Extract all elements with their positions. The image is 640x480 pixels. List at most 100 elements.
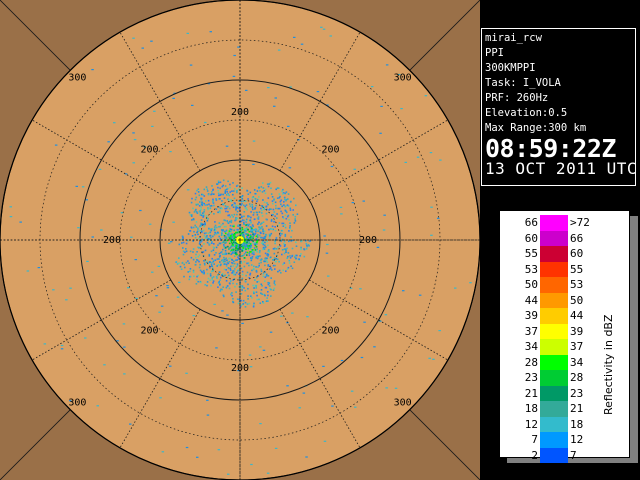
echo-pixel bbox=[283, 248, 286, 250]
clutter-pixel bbox=[85, 199, 88, 201]
clutter-pixel bbox=[77, 227, 80, 229]
echo-pixel bbox=[279, 195, 281, 198]
echo-core-pixel bbox=[234, 231, 237, 234]
echo-pixel bbox=[220, 229, 223, 231]
clutter-pixel bbox=[241, 322, 244, 324]
echo-pixel bbox=[224, 249, 227, 252]
clutter-pixel bbox=[439, 159, 442, 161]
echo-pixel bbox=[264, 241, 266, 244]
echo-pixel bbox=[248, 203, 251, 205]
echo-pixel bbox=[210, 265, 213, 267]
echo-pixel bbox=[234, 204, 237, 207]
echo-core-pixel bbox=[230, 249, 233, 251]
product-name: 300KMPPI bbox=[485, 62, 536, 74]
echo-pixel bbox=[190, 215, 193, 217]
echo-pixel bbox=[265, 205, 267, 208]
echo-pixel bbox=[248, 223, 251, 226]
echo-pixel bbox=[289, 255, 291, 257]
echo-pixel bbox=[235, 207, 237, 210]
echo-pixel bbox=[270, 232, 273, 235]
echo-pixel bbox=[273, 252, 276, 255]
echo-core-pixel bbox=[247, 245, 249, 247]
echo-pixel bbox=[203, 225, 206, 228]
echo-pixel bbox=[196, 212, 199, 214]
echo-pixel bbox=[233, 213, 236, 216]
echo-pixel bbox=[202, 216, 204, 218]
echo-pixel bbox=[209, 274, 212, 277]
echo-pixel bbox=[187, 233, 190, 235]
echo-pixel bbox=[263, 190, 266, 192]
echo-pixel bbox=[254, 198, 257, 200]
echo-pixel bbox=[198, 205, 201, 207]
clutter-pixel bbox=[159, 397, 162, 399]
echo-pixel bbox=[250, 257, 252, 259]
echo-pixel bbox=[212, 276, 215, 278]
prf-value: PRF: 260Hz bbox=[485, 92, 549, 104]
echo-pixel bbox=[232, 271, 235, 274]
echo-pixel bbox=[218, 271, 221, 273]
echo-pixel bbox=[247, 193, 250, 195]
clutter-pixel bbox=[259, 423, 262, 425]
echo-pixel bbox=[262, 221, 265, 223]
echo-pixel bbox=[243, 219, 245, 222]
clutter-pixel bbox=[277, 49, 281, 51]
legend-low-value: 37 bbox=[524, 324, 538, 338]
echo-core-pixel bbox=[247, 247, 250, 250]
echo-pixel bbox=[226, 206, 228, 208]
echo-pixel bbox=[279, 200, 282, 203]
clutter-pixel bbox=[139, 209, 142, 212]
echo-pixel bbox=[258, 186, 260, 189]
echo-pixel bbox=[294, 215, 297, 218]
legend-high-value: 66 bbox=[570, 231, 584, 245]
echo-pixel bbox=[273, 287, 276, 290]
echo-pixel bbox=[235, 291, 237, 293]
echo-pixel bbox=[199, 212, 202, 214]
echo-pixel bbox=[253, 253, 255, 256]
echo-pixel bbox=[264, 258, 266, 260]
echo-pixel bbox=[260, 232, 262, 234]
echo-pixel bbox=[282, 188, 284, 191]
echo-pixel bbox=[243, 261, 246, 263]
echo-pixel bbox=[209, 273, 212, 275]
echo-pixel bbox=[255, 270, 258, 273]
echo-pixel bbox=[268, 250, 270, 253]
echo-pixel bbox=[222, 258, 224, 261]
echo-pixel bbox=[213, 243, 215, 245]
echo-pixel bbox=[212, 249, 215, 251]
clutter-pixel bbox=[123, 373, 126, 375]
echo-pixel bbox=[296, 254, 298, 257]
echo-pixel bbox=[267, 283, 270, 286]
echo-pixel bbox=[212, 246, 215, 248]
echo-pixel bbox=[219, 237, 222, 240]
echo-pixel bbox=[249, 226, 252, 228]
echo-pixel bbox=[229, 257, 231, 260]
echo-pixel bbox=[259, 255, 261, 257]
echo-pixel bbox=[272, 259, 274, 261]
echo-core-pixel bbox=[255, 235, 258, 238]
echo-pixel bbox=[295, 245, 298, 247]
echo-pixel bbox=[284, 226, 287, 229]
echo-pixel bbox=[229, 191, 231, 193]
echo-core-pixel bbox=[225, 246, 227, 249]
clutter-pixel bbox=[245, 89, 248, 91]
echo-pixel bbox=[212, 189, 214, 191]
echo-pixel bbox=[197, 191, 200, 193]
echo-pixel bbox=[203, 232, 206, 235]
echo-pixel bbox=[195, 208, 197, 211]
echo-pixel bbox=[217, 286, 219, 288]
echo-pixel bbox=[231, 204, 233, 207]
echo-pixel bbox=[279, 234, 282, 237]
echo-pixel bbox=[256, 294, 258, 297]
echo-pixel bbox=[204, 284, 206, 286]
echo-pixel bbox=[286, 257, 288, 259]
legend-high-value: 44 bbox=[570, 309, 584, 322]
echo-pixel bbox=[263, 260, 265, 263]
echo-pixel bbox=[226, 259, 228, 262]
echo-pixel bbox=[240, 304, 243, 306]
legend-color-swatch bbox=[540, 447, 568, 463]
echo-pixel bbox=[259, 302, 262, 304]
echo-pixel bbox=[254, 232, 257, 235]
range-ring-label: 300 bbox=[68, 72, 86, 83]
echo-pixel bbox=[288, 230, 290, 232]
echo-pixel bbox=[196, 231, 198, 234]
